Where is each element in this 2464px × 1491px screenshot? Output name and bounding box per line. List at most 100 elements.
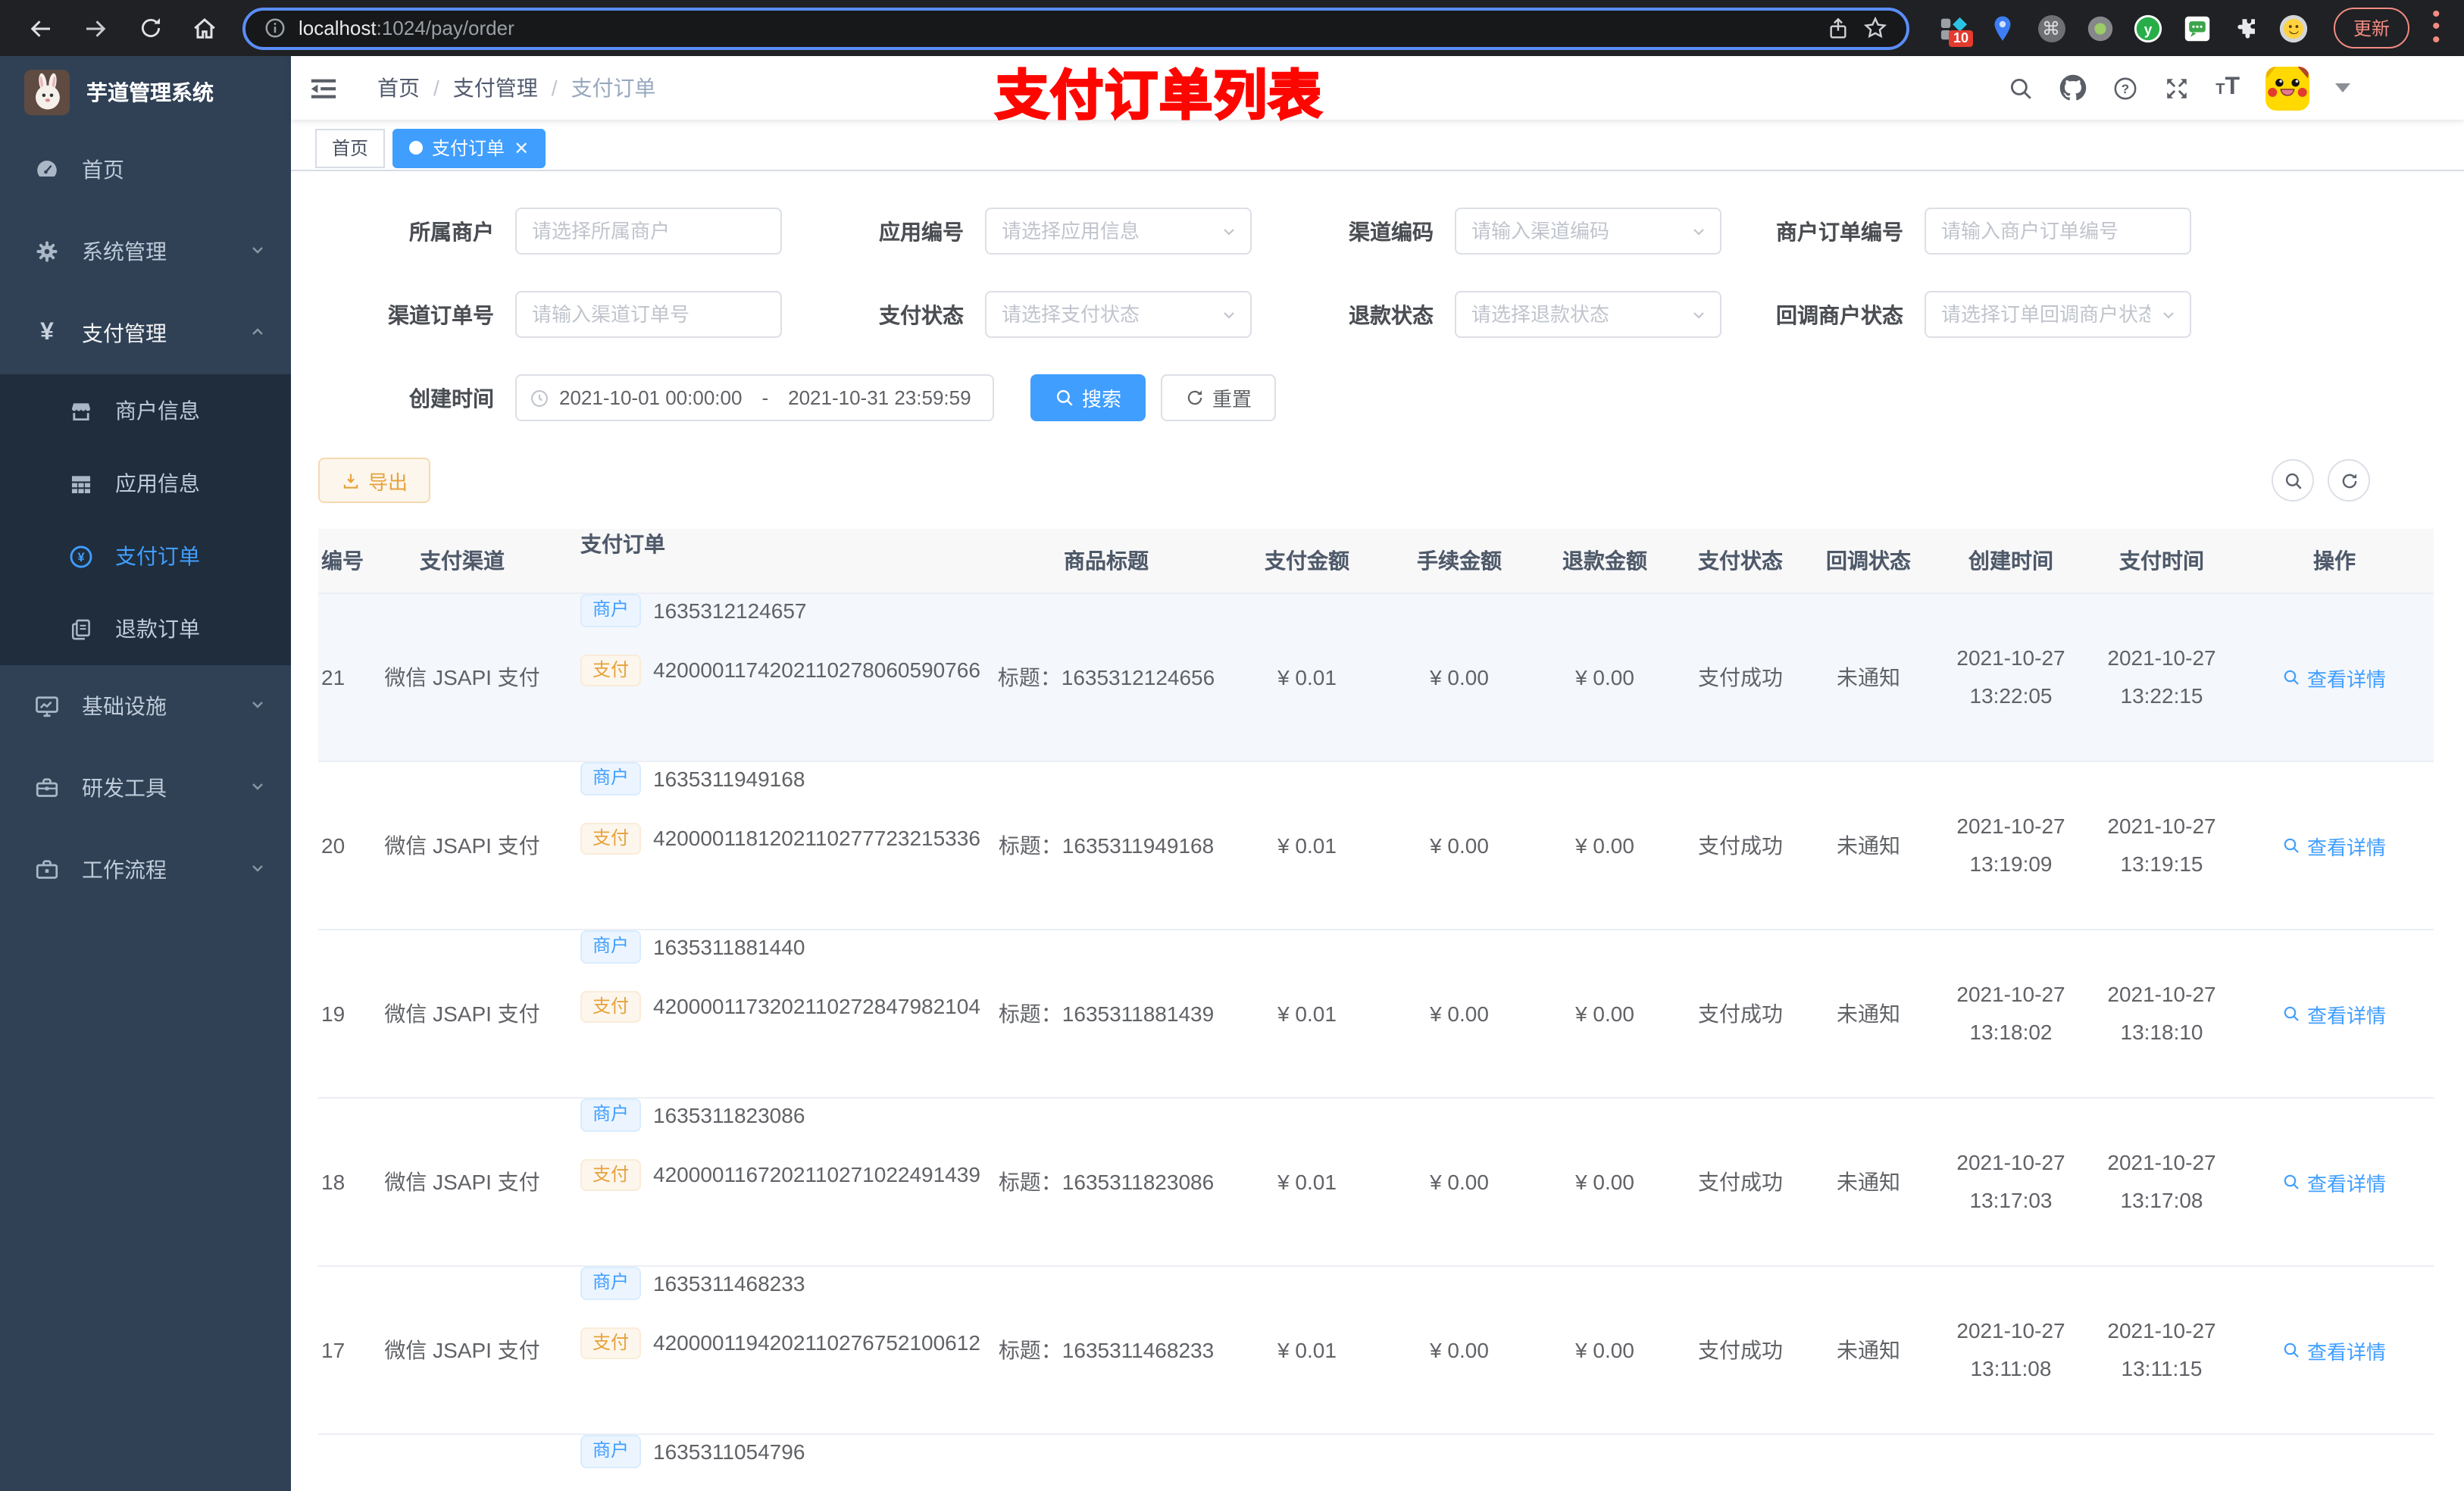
sidebar-item-pay-order[interactable]: ¥ 支付订单	[0, 520, 291, 592]
tab-pay-order[interactable]: 支付订单 ✕	[392, 128, 546, 167]
sidebar-item-workflow[interactable]: 工作流程	[0, 829, 291, 911]
navbar-actions: ? TT	[2008, 66, 2350, 110]
cell-no: 19	[321, 1002, 346, 1026]
sidebar-item-payment[interactable]: ¥ 支付管理	[0, 292, 291, 374]
paid-date: 2021-10-27	[2107, 982, 2216, 1007]
fullscreen-icon[interactable]	[2164, 75, 2190, 101]
created-date: 2021-10-27	[1956, 645, 2065, 670]
tab-home[interactable]: 首页	[315, 128, 386, 167]
export-button[interactable]: 导出	[318, 458, 431, 503]
sidebar: 芋道管理系统 首页 系统管理 ¥ 支付管理 商户信息 应用信息 ¥ 支付订单 退…	[0, 56, 291, 1491]
bookmark-star-icon[interactable]	[1862, 15, 1888, 41]
sidebar-item-label: 首页	[82, 158, 124, 182]
address-bar[interactable]: localhost:1024/pay/order	[242, 7, 1909, 49]
monitor-chart-icon	[33, 692, 61, 720]
app-logo-row[interactable]: 芋道管理系统	[0, 56, 291, 129]
merchant-order-input[interactable]	[1925, 208, 2191, 255]
merchant-order-no: 1635311881440	[653, 934, 805, 959]
paid-time: 13:17:08	[2120, 1188, 2203, 1212]
field-app: 应用编号	[797, 208, 1252, 255]
view-detail-label: 查看详情	[2306, 1172, 2386, 1195]
browser-forward-button[interactable]	[73, 5, 118, 51]
sidebar-item-label: 工作流程	[82, 858, 167, 882]
reset-button[interactable]: 重置	[1161, 374, 1277, 421]
column-header-actions: 操作	[2313, 549, 2356, 573]
extension-command-icon[interactable]: ⌘	[2037, 14, 2065, 42]
help-icon[interactable]: ?	[2112, 75, 2138, 101]
browser-home-button[interactable]	[182, 5, 227, 51]
grid-icon	[67, 470, 94, 496]
view-detail-link[interactable]: 查看详情	[2283, 1336, 2386, 1364]
github-icon[interactable]	[2059, 74, 2087, 102]
cell-paid: 2021-10-27 13:22:15	[2088, 594, 2235, 761]
view-detail-link[interactable]: 查看详情	[2283, 999, 2386, 1028]
breadcrumb-home[interactable]: 首页	[377, 73, 420, 103]
field-label: 渠道订单号	[388, 302, 494, 327]
browser-update-button[interactable]: 更新	[2334, 8, 2410, 48]
cell-created	[1934, 1435, 2088, 1491]
view-detail-label: 查看详情	[2306, 1340, 2386, 1363]
refund-status-select[interactable]	[1455, 291, 1721, 338]
cell-notify-status: 未通知	[1837, 1338, 1900, 1362]
app-select[interactable]	[985, 208, 1252, 255]
field-label: 支付状态	[879, 302, 964, 327]
share-icon[interactable]	[1826, 16, 1850, 40]
channel-code-select[interactable]	[1455, 208, 1721, 255]
extension-y-icon[interactable]: y	[2134, 14, 2162, 42]
cell-no: 17	[321, 1338, 346, 1362]
user-avatar[interactable]	[2265, 66, 2309, 110]
field-label: 退款状态	[1349, 302, 1434, 327]
browser-toolbar: localhost:1024/pay/order 10 ⌘ y 更新 • • •	[0, 0, 2464, 56]
cell-order: 商户 1635311468233 支付 4200001194202110276752…	[561, 1267, 985, 1433]
view-detail-link[interactable]: 查看详情	[2283, 1167, 2386, 1196]
sidebar-item-label: 系统管理	[82, 239, 167, 264]
view-detail-link[interactable]: 查看详情	[2283, 663, 2386, 692]
browser-profile-avatar[interactable]	[2279, 14, 2308, 42]
extensions-puzzle-icon[interactable]	[2231, 14, 2259, 42]
merchant-select[interactable]	[515, 208, 782, 255]
sidebar-item-app-info[interactable]: 应用信息	[0, 447, 291, 520]
browser-back-button[interactable]	[18, 5, 64, 51]
cell-order: 商户 1635311823086 支付 4200001167202110271022…	[561, 1099, 985, 1265]
browser-reload-button[interactable]	[127, 5, 173, 51]
breadcrumb-section[interactable]: 支付管理	[453, 73, 538, 103]
sidebar-item-home[interactable]: 首页	[0, 129, 291, 211]
extension-pin-icon[interactable]	[1988, 14, 2017, 42]
column-header-created: 创建时间	[1968, 549, 2053, 573]
refresh-table-button[interactable]	[2328, 459, 2370, 502]
channel-order-input[interactable]	[515, 291, 782, 338]
cell-fee: ¥ 0.00	[1430, 1338, 1489, 1362]
merchant-badge: 商户	[580, 930, 642, 964]
sidebar-item-system[interactable]: 系统管理	[0, 211, 291, 292]
site-info-icon[interactable]	[264, 17, 286, 39]
font-size-icon[interactable]: TT	[2215, 74, 2240, 102]
pay-badge: 支付	[580, 1158, 642, 1192]
callback-status-select[interactable]	[1925, 291, 2191, 338]
date-range-input[interactable]: 2021-10-01 00:00:00 - 2021-10-31 23:59:5…	[515, 374, 994, 421]
user-menu-caret-icon[interactable]	[2335, 83, 2350, 92]
close-tab-icon[interactable]: ✕	[514, 139, 529, 157]
search-button[interactable]: 搜索	[1030, 374, 1146, 421]
cell-amount: ¥ 0.01	[1277, 833, 1337, 858]
pay-status-select[interactable]	[985, 291, 1252, 338]
download-icon	[343, 473, 358, 488]
extension-chat-icon[interactable]	[2182, 14, 2211, 42]
created-time: 13:18:02	[1969, 1020, 2053, 1044]
extension-boxes-icon[interactable]: 10	[1940, 14, 1974, 47]
sidebar-item-infra[interactable]: 基础设施	[0, 665, 291, 747]
extension-record-icon[interactable]	[2085, 14, 2114, 42]
browser-menu-icon[interactable]: • • •	[2432, 3, 2441, 51]
collapse-sidebar-icon[interactable]	[309, 73, 338, 102]
sidebar-item-dev-tools[interactable]: 研发工具	[0, 747, 291, 829]
view-detail-link[interactable]: 查看详情	[2283, 831, 2386, 860]
url-text[interactable]: localhost:1024/pay/order	[299, 17, 1814, 39]
sidebar-item-merchant-info[interactable]: 商户信息	[0, 374, 291, 447]
cell-amount: ¥ 0.01	[1277, 665, 1337, 689]
merchant-badge: 商户	[580, 594, 642, 627]
pay-badge: 支付	[580, 822, 642, 855]
header-search-icon[interactable]	[2008, 75, 2034, 101]
sidebar-item-refund-order[interactable]: 退款订单	[0, 592, 291, 665]
toggle-search-button[interactable]	[2272, 459, 2314, 502]
sidebar-item-label: 基础设施	[82, 694, 167, 718]
cell-no: 21	[321, 665, 346, 689]
